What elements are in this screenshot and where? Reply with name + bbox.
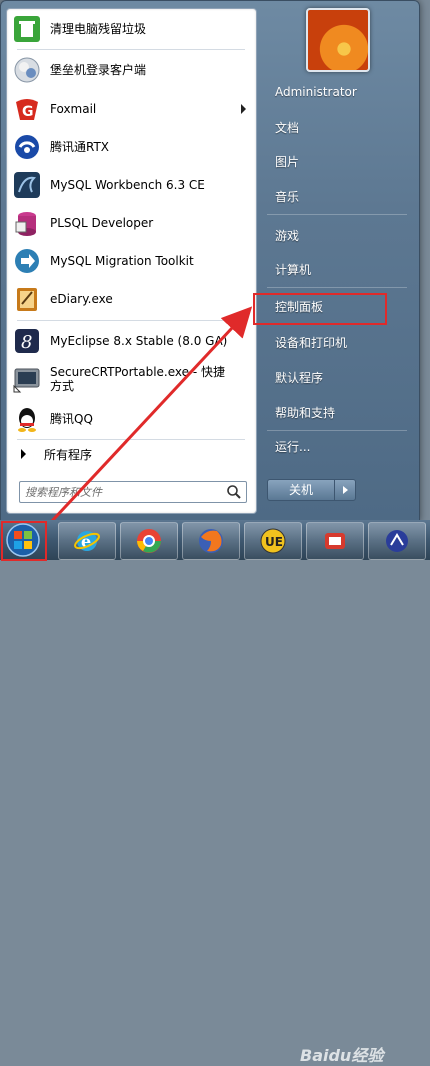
recycle-icon bbox=[11, 13, 43, 45]
app-icon bbox=[386, 530, 408, 552]
program-label: 堡垒机登录客户端 bbox=[50, 63, 147, 77]
program-securecrt[interactable]: SecureCRTPortable.exe - 快捷 方式 bbox=[11, 359, 252, 399]
divider bbox=[267, 287, 407, 288]
user-avatar[interactable] bbox=[306, 8, 370, 72]
program-label: 腾讯通RTX bbox=[50, 140, 110, 154]
watermark: Baidu经验 bbox=[300, 1046, 384, 1065]
program-ediary[interactable]: eDiary.exe bbox=[11, 281, 252, 317]
shutdown-options-button[interactable] bbox=[334, 479, 356, 501]
program-label: SecureCRTPortable.exe - 快捷 方式 bbox=[50, 365, 225, 393]
taskbar-firefox[interactable] bbox=[182, 522, 240, 560]
program-qq[interactable]: 腾讯QQ bbox=[11, 401, 252, 437]
taskbar-app[interactable] bbox=[306, 522, 364, 560]
ultraedit-icon: UE bbox=[260, 528, 286, 554]
menu-default-programs[interactable]: 默认程序 bbox=[265, 365, 409, 391]
program-label: 腾讯QQ bbox=[50, 412, 93, 426]
chrome-icon bbox=[137, 529, 161, 553]
internet-explorer-icon: e bbox=[74, 531, 100, 551]
svg-text:8: 8 bbox=[21, 332, 32, 353]
program-label: PLSQL Developer bbox=[50, 216, 154, 230]
menu-devices-printers[interactable]: 设备和打印机 bbox=[265, 330, 409, 356]
program-label: 清理电脑残留垃圾 bbox=[50, 22, 147, 36]
mysql-workbench-icon bbox=[11, 169, 43, 201]
menu-pictures[interactable]: 图片 bbox=[265, 149, 409, 175]
divider bbox=[267, 214, 407, 215]
plsql-developer-icon bbox=[11, 207, 43, 239]
submenu-arrow-icon[interactable] bbox=[241, 104, 246, 114]
program-mysql-migration[interactable]: MySQL Migration Toolkit bbox=[11, 243, 252, 279]
divider bbox=[17, 49, 245, 50]
program-myeclipse[interactable]: 8 MyEclipse 8.x Stable (8.0 GA) bbox=[11, 323, 252, 359]
shutdown-button[interactable]: 关机 bbox=[267, 479, 335, 501]
programs-pane: 清理电脑残留垃圾 堡垒机登录客户端 G Foxmail 腾讯通RTX MySQL… bbox=[6, 8, 257, 514]
taskbar-chrome[interactable] bbox=[120, 522, 178, 560]
program-label: MyEclipse 8.x Stable (8.0 GA) bbox=[50, 334, 228, 348]
menu-games[interactable]: 游戏 bbox=[265, 223, 409, 249]
program-plsql-developer[interactable]: PLSQL Developer bbox=[11, 205, 252, 241]
search-box[interactable] bbox=[19, 481, 247, 503]
menu-documents[interactable]: 文档 bbox=[265, 115, 409, 141]
program-foxmail[interactable]: G Foxmail bbox=[11, 91, 252, 127]
program-label: MySQL Migration Toolkit bbox=[50, 254, 194, 268]
firefox-icon bbox=[199, 529, 223, 553]
taskbar-ultraedit[interactable]: UE bbox=[244, 522, 302, 560]
menu-control-panel[interactable]: 控制面板 bbox=[265, 294, 409, 320]
search-icon[interactable] bbox=[226, 484, 242, 500]
all-programs-button[interactable]: 所有程序 bbox=[13, 443, 251, 465]
svg-text:G: G bbox=[22, 104, 34, 120]
program-label-line2: 方式 bbox=[50, 379, 75, 393]
divider bbox=[267, 430, 407, 431]
start-menu: 清理电脑残留垃圾 堡垒机登录客户端 G Foxmail 腾讯通RTX MySQL… bbox=[0, 0, 420, 522]
securecrt-icon bbox=[11, 363, 43, 395]
menu-user[interactable]: Administrator bbox=[265, 79, 409, 105]
rtx-icon bbox=[11, 131, 43, 163]
menu-computer[interactable]: 计算机 bbox=[265, 257, 409, 283]
foxmail-icon: G bbox=[11, 93, 43, 125]
menu-run[interactable]: 运行... bbox=[265, 434, 409, 460]
program-mysql-workbench[interactable]: MySQL Workbench 6.3 CE bbox=[11, 167, 252, 203]
divider bbox=[17, 320, 245, 321]
program-clean-junk[interactable]: 清理电脑残留垃圾 bbox=[11, 11, 252, 47]
highlight-box-start bbox=[1, 521, 47, 561]
program-rtx[interactable]: 腾讯通RTX bbox=[11, 129, 252, 165]
myeclipse-icon: 8 bbox=[11, 325, 43, 357]
taskbar-ie[interactable]: e bbox=[58, 522, 116, 560]
taskbar-app[interactable] bbox=[368, 522, 426, 560]
divider bbox=[17, 439, 245, 440]
expand-arrow-icon bbox=[21, 449, 26, 459]
chevron-right-icon bbox=[342, 486, 348, 494]
app-icon bbox=[325, 533, 345, 549]
menu-music[interactable]: 音乐 bbox=[265, 184, 409, 210]
all-programs-label: 所有程序 bbox=[44, 447, 93, 462]
program-bastion-client[interactable]: 堡垒机登录客户端 bbox=[11, 52, 252, 88]
mysql-migration-icon bbox=[11, 245, 43, 277]
bastion-client-icon bbox=[11, 54, 43, 86]
program-label: Foxmail bbox=[50, 102, 97, 116]
menu-help-support[interactable]: 帮助和支持 bbox=[265, 400, 409, 426]
program-label-line1: SecureCRTPortable.exe - 快捷 bbox=[50, 365, 225, 379]
svg-text:UE: UE bbox=[265, 535, 283, 549]
program-label: eDiary.exe bbox=[50, 292, 113, 306]
ediary-icon bbox=[11, 283, 43, 315]
program-label: MySQL Workbench 6.3 CE bbox=[50, 178, 205, 192]
qq-icon bbox=[11, 403, 43, 435]
search-input[interactable] bbox=[20, 484, 226, 500]
taskbar: e UE Baidu经验 bbox=[0, 520, 430, 1065]
